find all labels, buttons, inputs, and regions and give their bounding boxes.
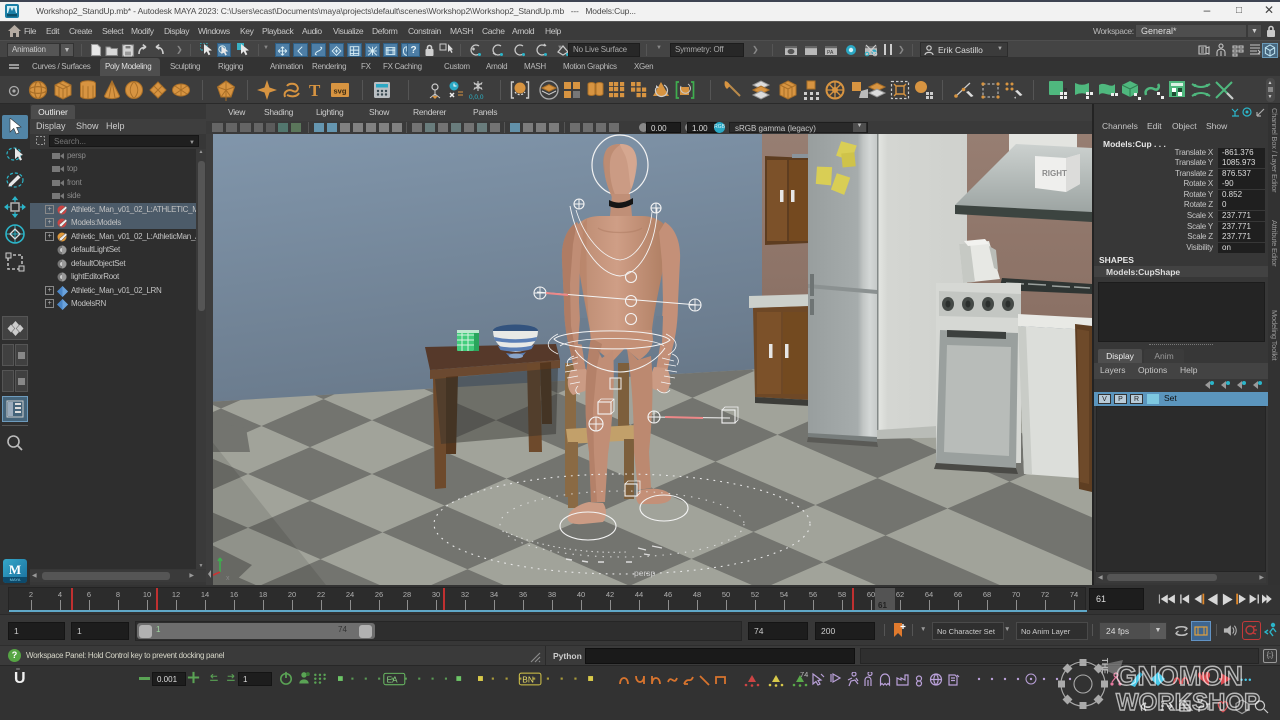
svg-text:BN: BN: [522, 674, 534, 684]
svg-text:x: x: [226, 575, 230, 582]
svg-text:PA: PA: [827, 50, 834, 56]
svg-text:0,0,0: 0,0,0: [469, 94, 484, 101]
svg-text:persp: persp: [634, 568, 656, 578]
svg-text:svg: svg: [334, 87, 347, 96]
svg-text:RIGHT: RIGHT: [1042, 169, 1067, 178]
svg-text:EA: EA: [387, 675, 398, 684]
svg-text:T: T: [309, 81, 321, 100]
